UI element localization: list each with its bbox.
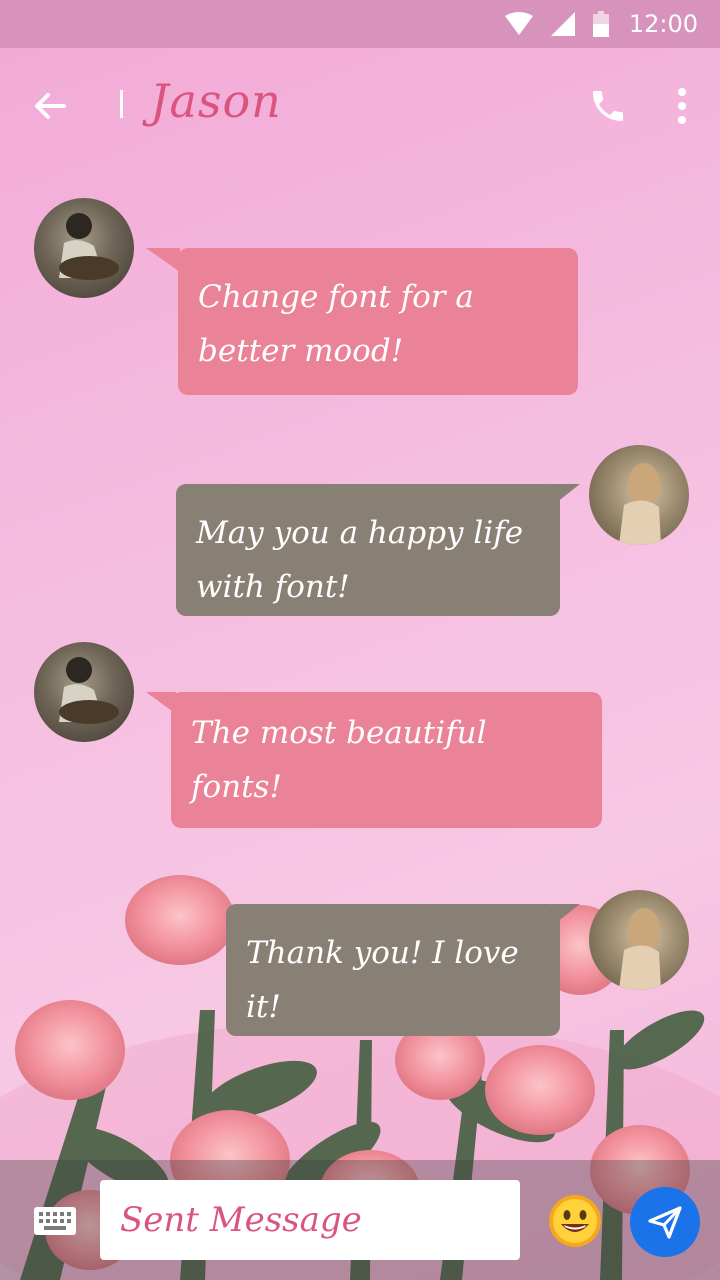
- send-icon: [648, 1206, 682, 1239]
- message-text: Change font for a better mood!: [198, 279, 474, 369]
- wifi-icon: [504, 12, 533, 36]
- message-text: May you a happy life with font!: [196, 515, 524, 605]
- message-bubble-outgoing[interactable]: May you a happy life with font!: [176, 484, 560, 616]
- bubble-tail: [146, 248, 180, 272]
- signal-icon: [550, 12, 575, 36]
- message-bubble-outgoing[interactable]: Thank you! I love it!: [226, 904, 560, 1036]
- back-arrow-icon[interactable]: [30, 86, 70, 126]
- emoji-icon[interactable]: [548, 1194, 602, 1248]
- status-time: 12:00: [628, 10, 698, 38]
- message-bubble-incoming[interactable]: Change font for a better mood!: [178, 248, 578, 395]
- keyboard-icon[interactable]: [34, 1207, 76, 1235]
- user-avatar[interactable]: [589, 890, 689, 990]
- status-bar: 12:00: [0, 0, 720, 48]
- user-avatar[interactable]: [589, 445, 689, 545]
- contact-avatar[interactable]: [34, 198, 134, 298]
- more-vert-icon[interactable]: [670, 84, 694, 128]
- battery-icon: [592, 11, 609, 37]
- message-bubble-incoming[interactable]: The most beautiful fonts!: [171, 692, 602, 828]
- message-input[interactable]: Sent Message: [100, 1180, 520, 1260]
- app-bar: Jason: [0, 48, 720, 160]
- message-text: The most beautiful fonts!: [191, 715, 487, 805]
- phone-icon[interactable]: [588, 86, 628, 126]
- send-button[interactable]: [630, 1187, 700, 1257]
- title-divider: [120, 90, 123, 118]
- composer-bar: Sent Message: [0, 1160, 720, 1280]
- contact-avatar[interactable]: [34, 642, 134, 742]
- contact-name: Jason: [150, 74, 282, 128]
- message-text: Thank you! I love it!: [246, 935, 519, 1025]
